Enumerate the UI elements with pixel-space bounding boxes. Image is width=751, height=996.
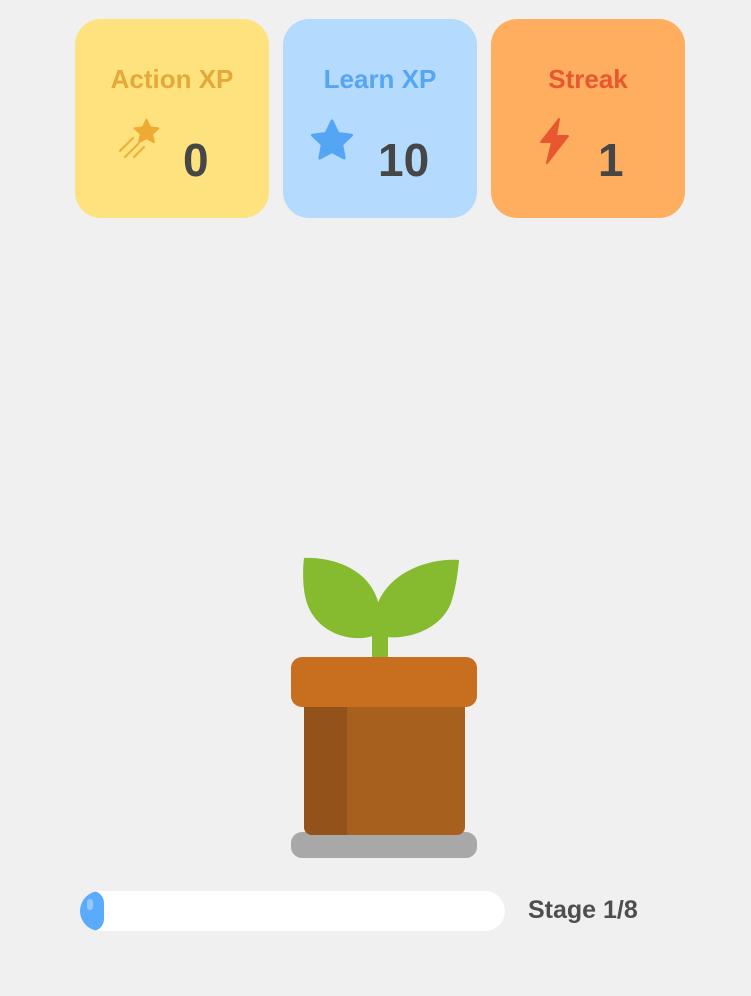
lightning-bolt-icon — [540, 118, 569, 164]
shooting-star-icon — [118, 118, 160, 159]
streak-card: Streak 1 — [491, 19, 685, 218]
action-xp-label: Action XP — [110, 64, 234, 94]
streak-value: 1 — [598, 134, 624, 186]
potted-sprout-icon — [291, 557, 477, 858]
action-xp-card: Action XP 0 — [75, 19, 269, 218]
learn-xp-value: 10 — [378, 134, 430, 186]
learn-xp-label: Learn XP — [323, 64, 437, 94]
learn-xp-card: Learn XP 10 — [283, 19, 477, 218]
action-xp-value: 0 — [183, 134, 209, 186]
stage-label: Stage 1/8 — [528, 896, 638, 924]
stage-progress-bar — [80, 891, 505, 931]
streak-label: Streak — [548, 64, 628, 94]
stage-progress-fill — [80, 891, 104, 931]
star-icon — [311, 119, 353, 160]
